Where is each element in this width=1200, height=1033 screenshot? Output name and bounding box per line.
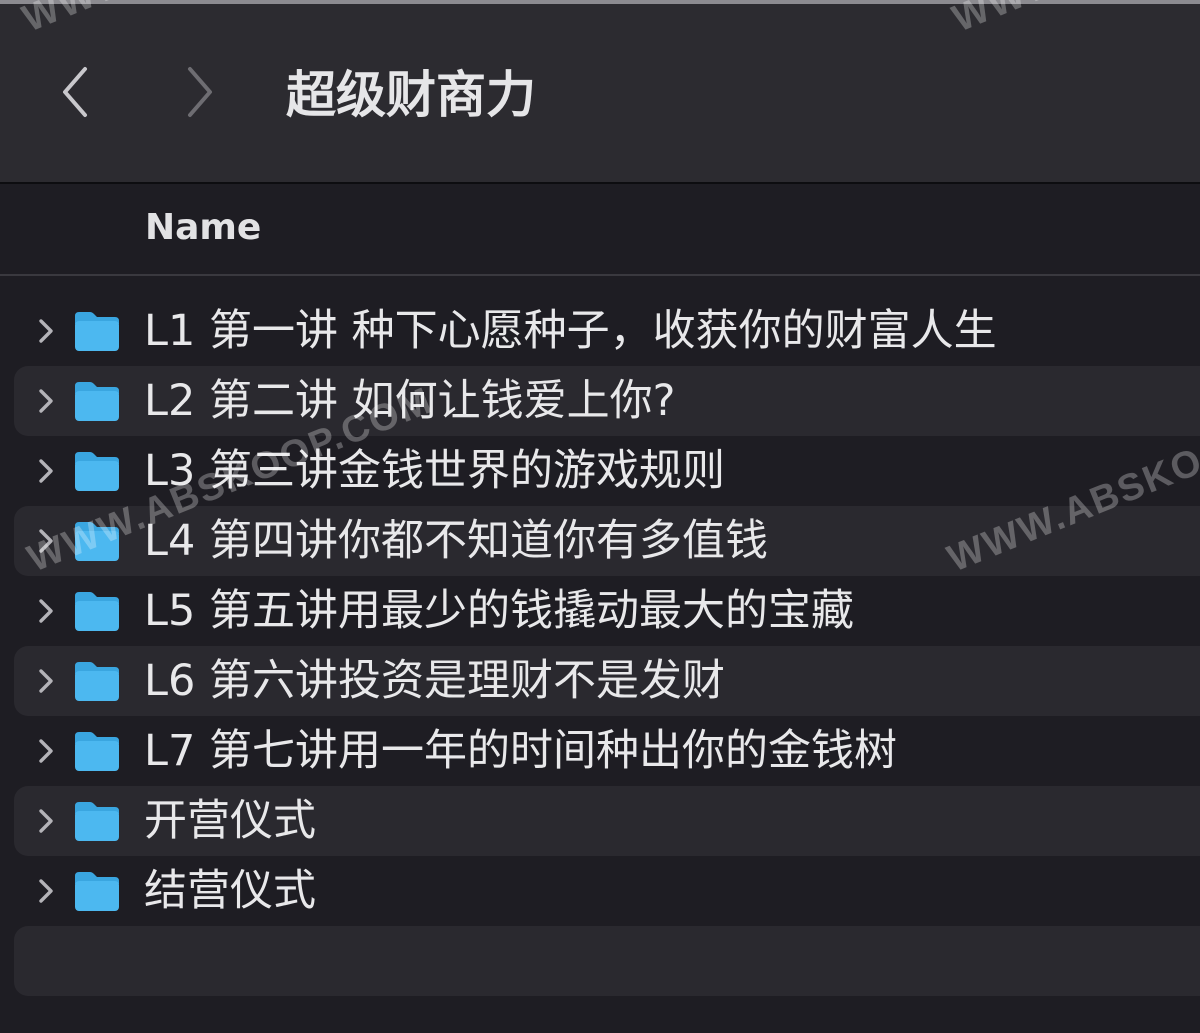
folder-icon [75,732,119,771]
disclosure-chevron-icon[interactable] [34,736,58,766]
file-name: L6 第六讲投资是理财不是发财 [144,656,725,706]
file-name: L5 第五讲用最少的钱撬动最大的宝藏 [144,586,854,636]
disclosure-chevron-icon[interactable] [34,666,58,696]
file-name: L7 第七讲用一年的时间种出你的金钱树 [144,726,897,776]
chevron-right-icon [188,67,212,117]
file-row[interactable]: L6 第六讲投资是理财不是发财 [14,646,1200,716]
back-button[interactable] [55,62,95,122]
file-row[interactable]: L3 第三讲金钱世界的游戏规则 [14,436,1200,506]
file-row[interactable]: L2 第二讲 如何让钱爱上你? [14,366,1200,436]
disclosure-chevron-icon[interactable] [34,876,58,906]
toolbar: 超级财商力 [0,0,1200,182]
column-header: Name [0,184,1200,276]
folder-icon [75,592,119,631]
file-name: 开营仪式 [144,796,316,846]
file-row[interactable]: L7 第七讲用一年的时间种出你的金钱树 [14,716,1200,786]
folder-icon [75,522,119,561]
folder-icon [75,662,119,701]
file-name: L4 第四讲你都不知道你有多值钱 [144,516,768,566]
disclosure-chevron-icon[interactable] [34,386,58,416]
column-name-header[interactable]: Name [145,206,261,250]
file-name: 结营仪式 [144,866,316,916]
disclosure-chevron-icon[interactable] [34,316,58,346]
folder-icon [75,382,119,421]
window-title: 超级财商力 [286,66,536,124]
folder-icon [75,452,119,491]
disclosure-chevron-icon[interactable] [34,456,58,486]
folder-icon [75,872,119,911]
file-row[interactable]: 开营仪式 [14,786,1200,856]
folder-icon [75,312,119,351]
file-row[interactable]: L5 第五讲用最少的钱撬动最大的宝藏 [14,576,1200,646]
file-name: L1 第一讲 种下心愿种子，收获你的财富人生 [144,306,997,356]
file-row[interactable]: 结营仪式 [14,856,1200,926]
file-name: L3 第三讲金钱世界的游戏规则 [144,446,725,496]
disclosure-chevron-icon[interactable] [34,806,58,836]
forward-button[interactable] [180,62,220,122]
disclosure-chevron-icon[interactable] [34,526,58,556]
file-row[interactable]: L4 第四讲你都不知道你有多值钱 [14,506,1200,576]
finder-window: 超级财商力 Name L1 第一讲 种下心愿种子，收获你的财富人生 L2 第二讲 … [0,0,1200,1033]
folder-icon [75,802,119,841]
chevron-left-icon [63,67,87,117]
disclosure-chevron-icon[interactable] [34,596,58,626]
empty-row [14,926,1200,996]
file-row[interactable]: L1 第一讲 种下心愿种子，收获你的财富人生 [14,296,1200,366]
file-name: L2 第二讲 如何让钱爱上你? [144,376,676,426]
